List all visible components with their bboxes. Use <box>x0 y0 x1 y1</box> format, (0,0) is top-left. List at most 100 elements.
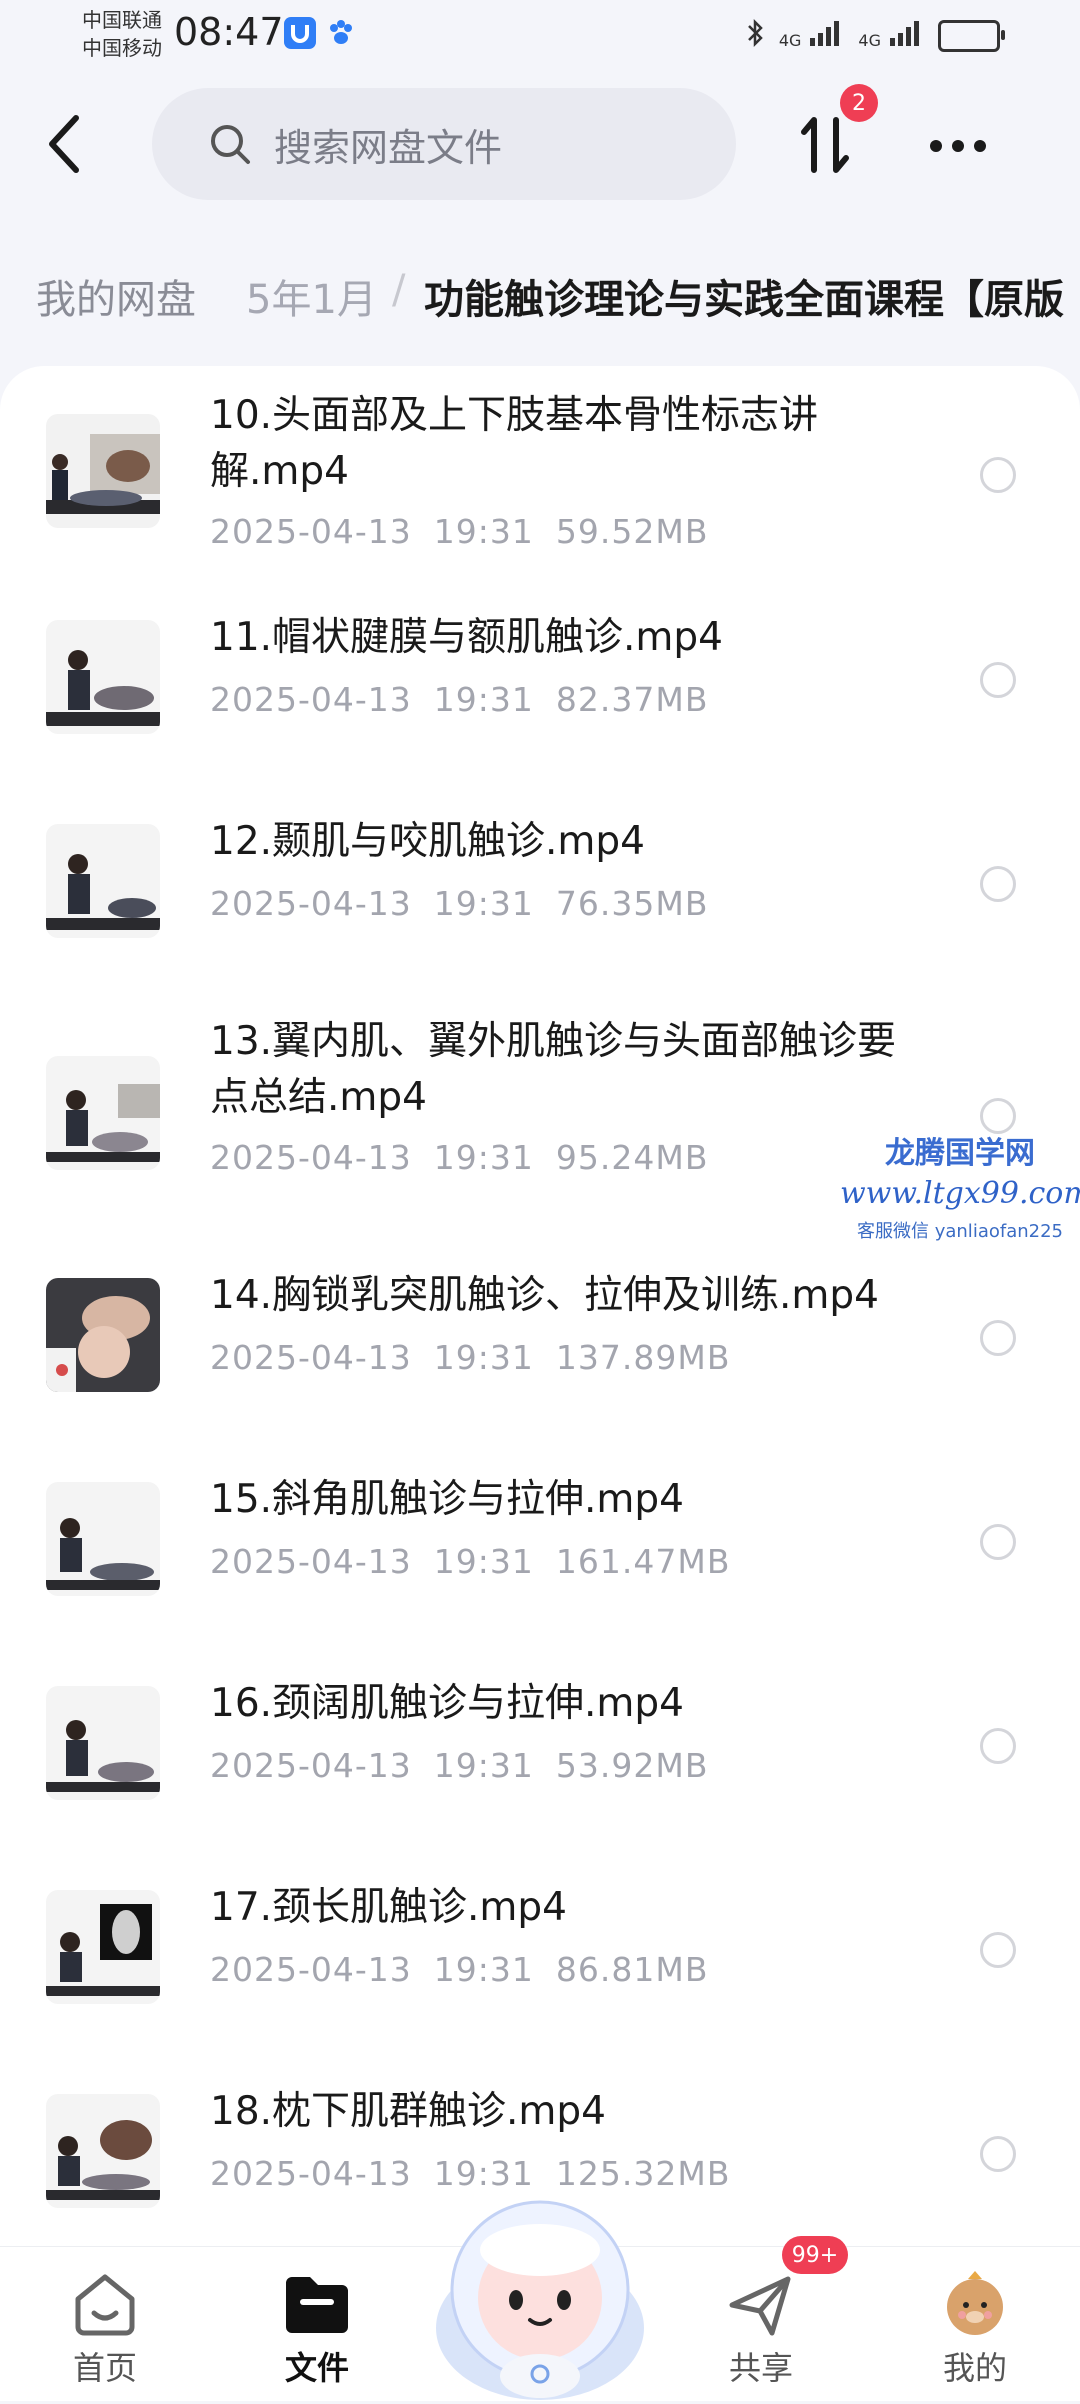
file-date: 2025-04-13 <box>210 1950 412 1989</box>
carrier-2: 中国移动 <box>82 36 162 60</box>
file-date: 2025-04-13 <box>210 512 412 551</box>
file-meta: 2025-04-13 19:31 53.92MB <box>210 1746 730 1785</box>
file-row-14[interactable]: 14.胸锁乳突肌触诊、拉伸及训练.mp4 2025-04-13 19:31 137.… <box>0 1234 1080 1438</box>
video-thumbnail <box>46 620 160 734</box>
file-row-15[interactable]: 15.斜角肌触诊与拉伸.mp4 2025-04-13 19:31 161.47MB <box>0 1438 1080 1642</box>
file-size: 137.89MB <box>555 1338 731 1377</box>
bluetooth-icon <box>745 18 765 54</box>
search-input[interactable]: 搜索网盘文件 <box>152 88 736 200</box>
video-thumbnail <box>46 1056 160 1170</box>
search-icon <box>211 125 250 164</box>
select-checkbox[interactable] <box>980 866 1016 902</box>
file-size: 95.24MB <box>555 1138 709 1177</box>
file-time: 19:31 <box>433 512 534 551</box>
file-list: 10.头面部及上下肢基本骨性标志讲解.mp4 2025-04-13 19:31 59… <box>0 366 1080 2246</box>
share-badge: 99+ <box>782 2236 848 2274</box>
file-time: 19:31 <box>433 1138 534 1177</box>
file-date: 2025-04-13 <box>210 1746 412 1785</box>
tab-mine-label: 我的 <box>942 2349 1007 2387</box>
file-meta: 2025-04-13 19:31 82.37MB <box>210 680 730 719</box>
ai-assistant-button[interactable] <box>432 2178 648 2400</box>
file-size: 82.37MB <box>555 680 709 719</box>
file-name: 10.头面部及上下肢基本骨性标志讲解.mp4 <box>210 393 819 494</box>
file-date: 2025-04-13 <box>210 2154 412 2193</box>
file-size: 76.35MB <box>555 884 709 923</box>
video-thumbnail <box>46 2094 160 2208</box>
file-time: 19:31 <box>433 1950 534 1989</box>
tab-files-label: 文件 <box>284 2349 349 2387</box>
file-size: 53.92MB <box>555 1746 709 1785</box>
select-checkbox[interactable] <box>980 2136 1016 2172</box>
video-thumbnail <box>46 1686 160 1800</box>
file-date: 2025-04-13 <box>210 1138 412 1177</box>
video-thumbnail <box>46 824 160 938</box>
breadcrumb-item-parent[interactable]: 5年1月 <box>246 267 377 325</box>
breadcrumb-current-folder: 功能触诊理论与实践全面课程【原版 <box>424 277 1064 323</box>
file-time: 19:31 <box>433 884 534 923</box>
file-row-12[interactable]: 12.颞肌与咬肌触诊.mp4 2025-04-13 19:31 76.35MB <box>0 780 1080 984</box>
file-size: 161.47MB <box>555 1542 731 1581</box>
system-icons: 4G 4G <box>745 18 1005 54</box>
select-checkbox[interactable] <box>980 662 1016 698</box>
select-checkbox[interactable] <box>980 457 1016 493</box>
more-dot <box>930 140 942 152</box>
file-time: 19:31 <box>433 1338 534 1377</box>
file-name: 16.颈阔肌触诊与拉伸.mp4 <box>210 1681 684 1726</box>
back-button[interactable] <box>40 110 92 180</box>
video-thumbnail <box>46 1890 160 2004</box>
select-checkbox[interactable] <box>980 1728 1016 1764</box>
file-row-10[interactable]: 10.头面部及上下肢基本骨性标志讲解.mp4 2025-04-13 19:31 59… <box>0 366 1080 576</box>
paw-icon <box>326 18 356 52</box>
watermark-contact: 客服微信 yanliaofan225 <box>857 1221 1063 1242</box>
signal-icon-2: 4G <box>858 20 924 52</box>
tab-share-label: 共享 <box>728 2349 793 2387</box>
transfer-badge: 2 <box>840 84 878 122</box>
more-options-button[interactable] <box>930 126 1000 166</box>
file-date: 2025-04-13 <box>210 1542 412 1581</box>
signal-icon-1: 4G <box>779 20 845 52</box>
select-checkbox[interactable] <box>980 1932 1016 1968</box>
file-name: 18.枕下肌群触诊.mp4 <box>210 2089 606 2134</box>
file-meta: 2025-04-13 19:31 76.35MB <box>210 884 730 923</box>
file-size: 59.52MB <box>555 512 709 551</box>
home-icon <box>75 2274 135 2336</box>
search-placeholder: 搜索网盘文件 <box>274 125 503 170</box>
avatar-icon <box>947 2271 1003 2335</box>
file-row-16[interactable]: 16.颈阔肌触诊与拉伸.mp4 2025-04-13 19:31 53.92MB <box>0 1642 1080 1846</box>
more-dot <box>952 140 964 152</box>
watermark: 龙腾国学网 www.ltgx99.com 客服微信 yanliaofan225 <box>840 1128 1080 1243</box>
status-time: 08:47 <box>174 10 284 54</box>
file-meta: 2025-04-13 19:31 137.89MB <box>210 1338 752 1377</box>
file-name: 11.帽状腱膜与额肌触诊.mp4 <box>210 615 723 660</box>
breadcrumb-item-home[interactable]: 我的网盘 <box>36 267 216 325</box>
file-meta: 2025-04-13 19:31 86.81MB <box>210 1950 730 1989</box>
notification-app-icon <box>284 17 316 49</box>
battery-icon <box>938 20 1005 52</box>
file-meta: 2025-04-13 19:31 161.47MB <box>210 1542 752 1581</box>
file-meta: 2025-04-13 19:31 59.52MB <box>210 512 730 551</box>
watermark-url: www.ltgx99.com <box>840 1176 1080 1211</box>
carrier-labels: 中国联通 中国移动 <box>82 6 162 62</box>
folder-icon <box>286 2277 348 2333</box>
select-checkbox[interactable] <box>980 1524 1016 1560</box>
video-thumbnail <box>46 414 160 528</box>
video-thumbnail <box>46 1278 160 1392</box>
file-date: 2025-04-13 <box>210 1338 412 1377</box>
carrier-1: 中国联通 <box>82 8 162 32</box>
tab-mine[interactable]: 我的 <box>890 2247 1060 2401</box>
file-date: 2025-04-13 <box>210 884 412 923</box>
file-meta: 2025-04-13 19:31 95.24MB <box>210 1138 730 1177</box>
status-bar: 中国联通 中国移动 08:47 4G 4G <box>0 0 1080 80</box>
send-icon <box>729 2276 791 2336</box>
file-name: 17.颈长肌触诊.mp4 <box>210 1885 567 1930</box>
watermark-title: 龙腾国学网 <box>885 1136 1035 1171</box>
tab-home[interactable]: 首页 <box>20 2247 190 2401</box>
file-name: 14.胸锁乳突肌触诊、拉伸及训练.mp4 <box>210 1273 879 1318</box>
more-dot <box>974 140 986 152</box>
file-row-11[interactable]: 11.帽状腱膜与额肌触诊.mp4 2025-04-13 19:31 82.37MB <box>0 576 1080 780</box>
file-row-17[interactable]: 17.颈长肌触诊.mp4 2025-04-13 19:31 86.81MB <box>0 1846 1080 2050</box>
tab-files[interactable]: 文件 <box>232 2247 402 2401</box>
select-checkbox[interactable] <box>980 1320 1016 1356</box>
mascot-icon <box>436 2200 644 2400</box>
file-time: 19:31 <box>433 680 534 719</box>
